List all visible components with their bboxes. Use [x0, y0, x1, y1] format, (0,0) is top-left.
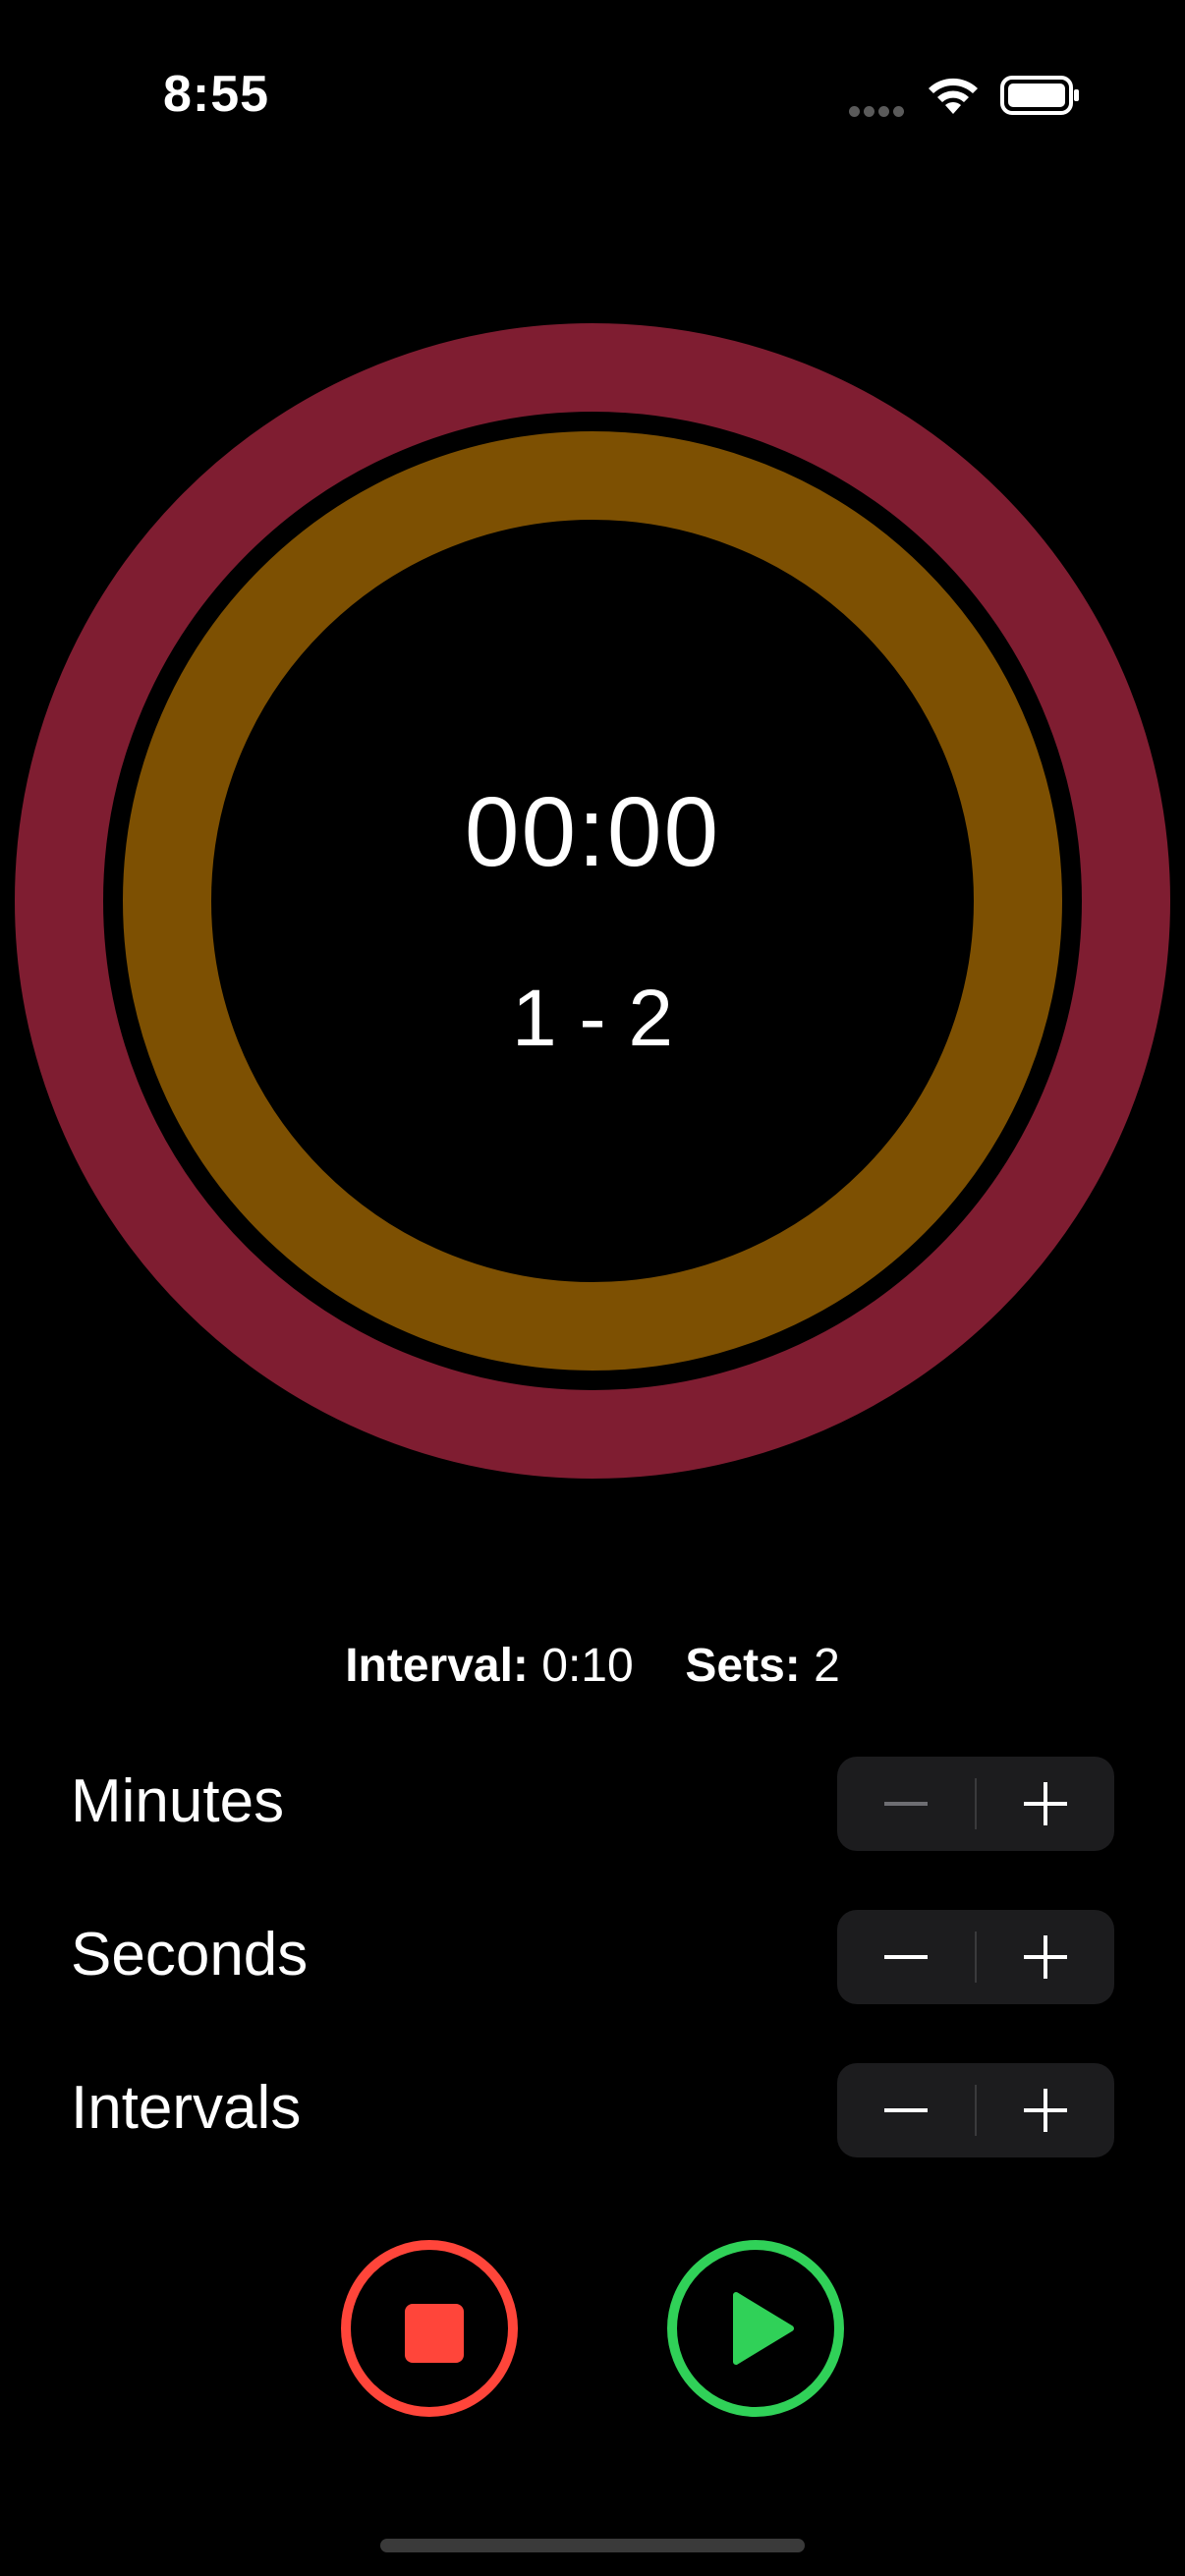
set-progress-display: 1 - 2	[511, 974, 674, 1063]
plus-icon	[1024, 1782, 1067, 1825]
seconds-stepper	[837, 1910, 1114, 2004]
seconds-label: Seconds	[71, 1921, 309, 1988]
intervals-label: Intervals	[71, 2074, 302, 2142]
home-indicator[interactable]	[380, 2539, 805, 2552]
sets-label: Sets:	[685, 1640, 801, 1692]
play-button[interactable]	[667, 2240, 844, 2417]
interval-info: Interval: 0:10 Sets: 2	[0, 1639, 1185, 1693]
intervals-increment-button[interactable]	[977, 2063, 1114, 2157]
minutes-stepper	[837, 1757, 1114, 1851]
interval-label: Interval:	[345, 1640, 529, 1692]
seconds-increment-button[interactable]	[977, 1910, 1114, 2004]
minus-icon	[884, 1802, 928, 1806]
intervals-stepper	[837, 2063, 1114, 2157]
intervals-row: Intervals	[71, 2063, 1114, 2157]
seconds-decrement-button[interactable]	[837, 1910, 975, 2004]
progress-rings	[15, 323, 1170, 1479]
outer-ring	[15, 323, 1170, 1479]
stop-square-icon	[405, 2304, 464, 2363]
seconds-row: Seconds	[71, 1910, 1114, 2004]
inner-ring	[123, 431, 1062, 1371]
minutes-increment-button[interactable]	[977, 1757, 1114, 1851]
signal-dots-icon	[849, 104, 908, 117]
minutes-label: Minutes	[71, 1767, 285, 1835]
plus-icon	[1024, 2089, 1067, 2132]
minus-icon	[884, 1955, 928, 1959]
status-time: 8:55	[163, 66, 270, 123]
minutes-decrement-button[interactable]	[837, 1757, 975, 1851]
minutes-row: Minutes	[71, 1757, 1114, 1851]
plus-icon	[1024, 1935, 1067, 1979]
minus-icon	[884, 2108, 928, 2112]
intervals-decrement-button[interactable]	[837, 2063, 975, 2157]
play-triangle-icon	[733, 2292, 794, 2365]
interval-timer-screen: 8:55 00:00 1 - 2 Interval: 0:10 Sets: 2 …	[0, 0, 1185, 2576]
wifi-icon	[929, 78, 978, 114]
sets-value: 2	[814, 1640, 840, 1692]
timer-time-display: 00:00	[464, 777, 721, 887]
battery-icon	[1000, 76, 1079, 115]
stop-button[interactable]	[341, 2240, 518, 2417]
interval-value: 0:10	[541, 1640, 634, 1692]
